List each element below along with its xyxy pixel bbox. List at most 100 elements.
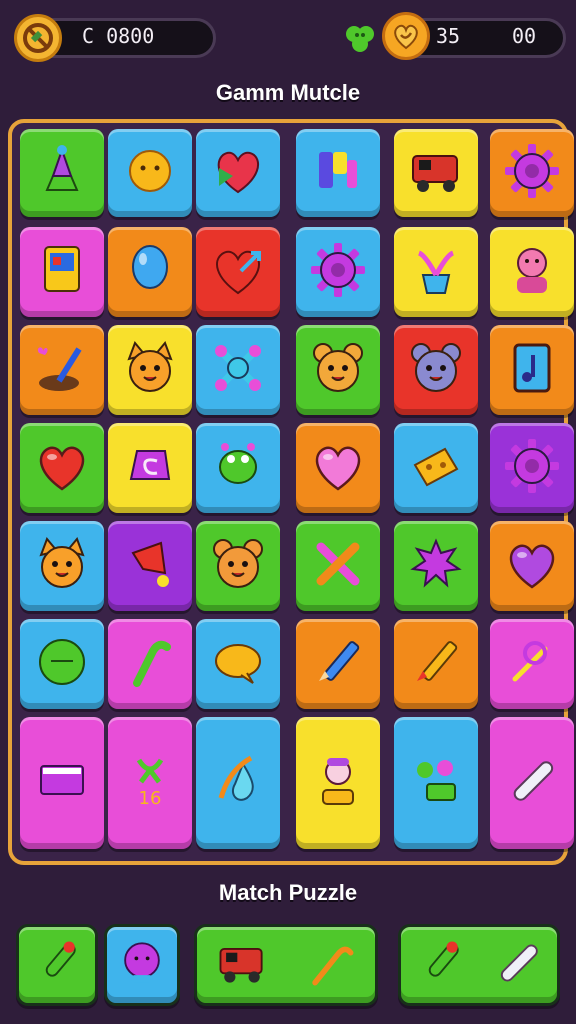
board-tile[interactable] (196, 129, 280, 217)
board-tile[interactable] (20, 129, 104, 217)
timer-counter: 00 (512, 24, 537, 48)
board-tile[interactable] (20, 717, 104, 849)
board-tile[interactable] (490, 619, 574, 709)
board-tile[interactable] (108, 521, 192, 611)
tray-piece[interactable] (104, 924, 180, 1006)
board-tile[interactable] (296, 423, 380, 513)
clover-icon[interactable] (342, 20, 378, 56)
candy-cane-icon (119, 631, 181, 697)
cross-sticks-icon (307, 533, 369, 599)
board-tile[interactable] (20, 521, 104, 611)
game-board: 16 (8, 119, 574, 865)
board-tile[interactable] (394, 717, 478, 849)
board-tile[interactable] (296, 227, 380, 317)
heart-gem-icon (207, 140, 269, 206)
rocket-icon (411, 934, 469, 996)
board-tile[interactable] (196, 227, 280, 317)
rocket-icon (28, 934, 86, 996)
board-tile[interactable] (108, 129, 192, 217)
board-tile[interactable] (20, 619, 104, 709)
board-tile[interactable] (108, 423, 192, 513)
balloon-icon (119, 239, 181, 305)
cane-icon (302, 934, 360, 996)
game-title: Gamm Mutcle (215, 80, 361, 105)
board-tile[interactable] (394, 325, 478, 415)
mouse-face-icon (405, 337, 467, 403)
yellow-blob-icon (207, 631, 269, 697)
splat-icon (405, 533, 467, 599)
pink-doll-icon (501, 239, 563, 305)
teddy-bear-icon (207, 533, 269, 599)
board-tile[interactable] (296, 717, 380, 849)
board-tile[interactable] (196, 325, 280, 415)
music-card-icon (501, 337, 563, 403)
safety-pin-icon (501, 631, 563, 697)
board-tile[interactable] (394, 619, 478, 709)
board-tile[interactable] (490, 423, 574, 513)
bandage-icon (501, 750, 563, 816)
crayon-icon (405, 631, 467, 697)
bone-cross-icon (207, 337, 269, 403)
heart-icon (31, 435, 93, 501)
bear-face-icon (307, 337, 369, 403)
board-tile[interactable] (394, 423, 478, 513)
cat-face-icon (31, 533, 93, 599)
crystal-ball-icon (113, 934, 171, 996)
board-tile[interactable] (296, 325, 380, 415)
board-tile[interactable] (296, 521, 380, 611)
cat-face-icon (119, 337, 181, 403)
board-tile[interactable]: 16 (108, 717, 192, 849)
sun-icon (119, 140, 181, 206)
lives-counter: 35 (436, 24, 461, 48)
board-tile[interactable] (196, 619, 280, 709)
tray-piece[interactable] (194, 924, 378, 1006)
snowman-icon (307, 750, 369, 816)
board-tile[interactable] (108, 619, 192, 709)
board-tile[interactable] (394, 227, 478, 317)
gear-icon (501, 435, 563, 501)
board-tile[interactable] (108, 325, 192, 415)
megaphone-icon (119, 533, 181, 599)
paintbrush-icon (31, 337, 93, 403)
cherry-tag-icon (405, 750, 467, 816)
tray-piece[interactable] (16, 924, 98, 1006)
board-tile[interactable] (296, 129, 380, 217)
board-tile[interactable] (20, 423, 104, 513)
board-tile[interactable] (490, 325, 574, 415)
board-tile[interactable] (108, 227, 192, 317)
board-tile[interactable] (490, 717, 574, 849)
board-tile[interactable] (196, 521, 280, 611)
candy-swirl-icon (119, 435, 181, 501)
board-tile[interactable] (296, 619, 380, 709)
gear-icon (501, 140, 563, 206)
board-tile[interactable] (394, 521, 478, 611)
board-tile[interactable] (490, 521, 574, 611)
board-tile[interactable] (196, 423, 280, 513)
no-coin-icon[interactable] (14, 14, 62, 62)
arcade-machine-icon (31, 239, 93, 305)
board-tile[interactable] (394, 129, 478, 217)
purple-heart-icon (501, 533, 563, 599)
pencil-icon (307, 631, 369, 697)
board-tile[interactable] (196, 717, 280, 849)
pink-heart-icon (307, 435, 369, 501)
tray-piece[interactable] (398, 924, 560, 1006)
bandage-icon (489, 934, 547, 996)
svg-text:16: 16 (139, 788, 162, 809)
puzzle-label: Match Puzzle (218, 880, 358, 905)
green-ball-icon (31, 631, 93, 697)
board-tile[interactable] (20, 325, 104, 415)
letter-block-icon (307, 140, 369, 206)
board-tile[interactable] (490, 129, 574, 217)
gnome-icon (31, 140, 93, 206)
water-drop-icon (207, 750, 269, 816)
frog-icon (207, 435, 269, 501)
board-tile[interactable] (20, 227, 104, 317)
board-tile[interactable] (490, 227, 574, 317)
gear-icon (307, 239, 369, 305)
heart-ring-icon[interactable] (382, 12, 430, 60)
ribbon-number-icon: 16 (119, 750, 181, 816)
cheese-icon (405, 435, 467, 501)
book-icon (31, 750, 93, 816)
flower-pot-icon (405, 239, 467, 305)
